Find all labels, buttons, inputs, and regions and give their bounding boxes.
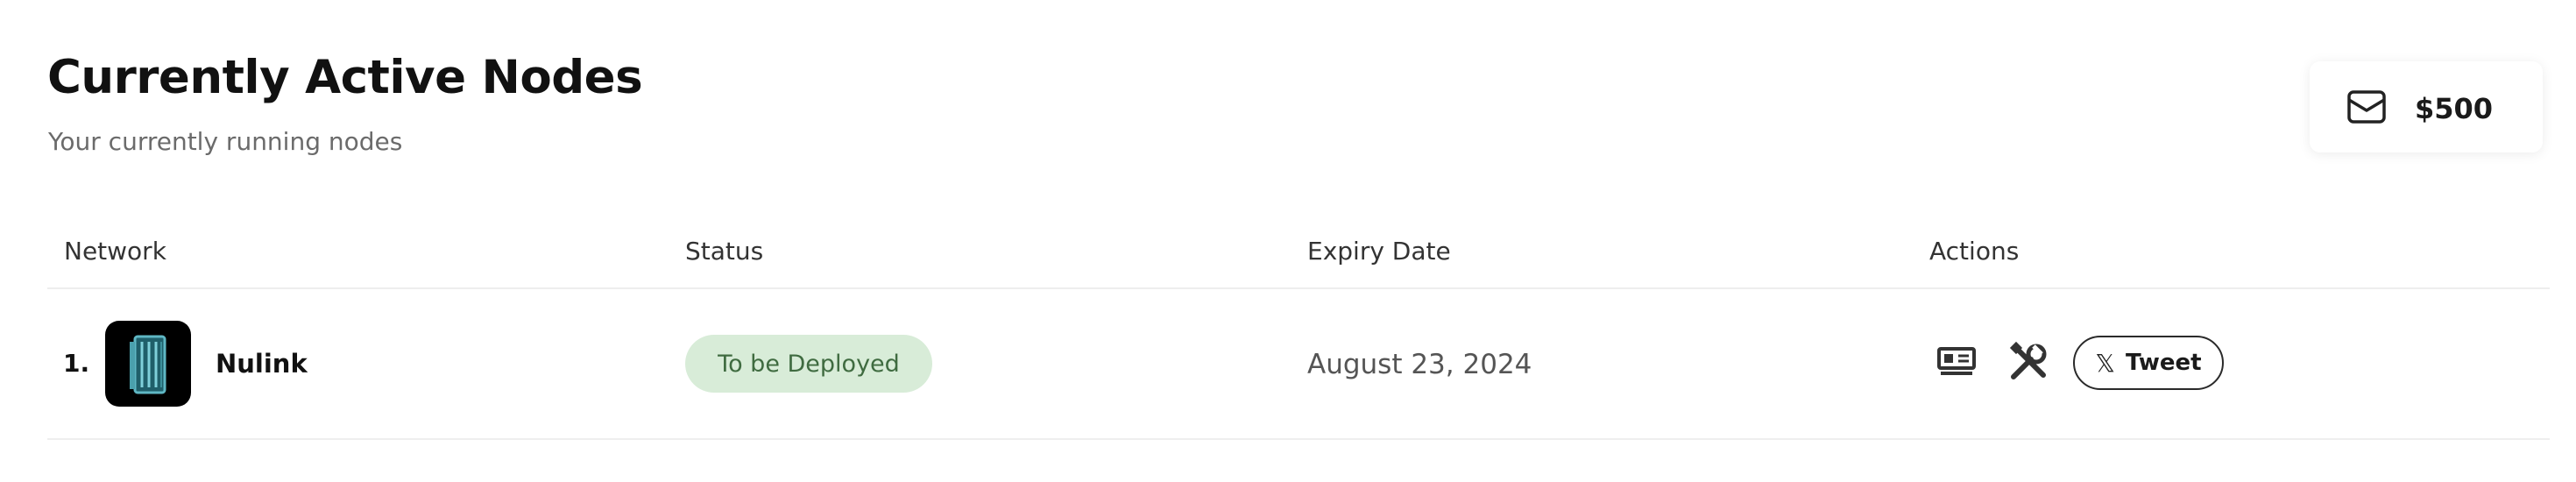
nulink-logo-graphic bbox=[130, 335, 166, 394]
column-header-actions: Actions bbox=[1929, 237, 2020, 266]
balance-button[interactable]: $500 bbox=[2310, 61, 2543, 152]
column-header-status: Status bbox=[685, 237, 764, 266]
page-title: Currently Active Nodes bbox=[47, 51, 643, 104]
envelope-icon bbox=[2347, 90, 2386, 124]
status-badge: To be Deployed bbox=[685, 335, 932, 393]
server-icon[interactable] bbox=[1933, 338, 1980, 386]
active-nodes-page: Currently Active Nodes Your currently ru… bbox=[0, 0, 2576, 482]
nulink-logo bbox=[105, 321, 191, 407]
tweet-label: Tweet bbox=[2125, 350, 2202, 376]
header-divider bbox=[47, 287, 2550, 289]
column-header-network: Network bbox=[64, 237, 166, 266]
page-subtitle: Your currently running nodes bbox=[48, 127, 403, 156]
x-logo-icon: 𝕏 bbox=[2095, 348, 2115, 378]
tools-icon[interactable] bbox=[2005, 338, 2052, 386]
tweet-button[interactable]: 𝕏 Tweet bbox=[2073, 336, 2224, 390]
balance-amount: $500 bbox=[2415, 92, 2494, 125]
network-name: Nulink bbox=[216, 349, 308, 379]
expiry-date: August 23, 2024 bbox=[1307, 349, 1532, 380]
row-divider bbox=[47, 438, 2550, 440]
row-index: 1. bbox=[63, 349, 90, 378]
column-header-expiry-date: Expiry Date bbox=[1307, 237, 1451, 266]
